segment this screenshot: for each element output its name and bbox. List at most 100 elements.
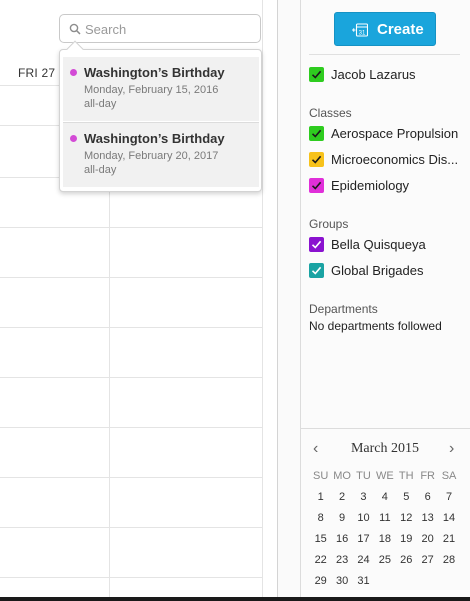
app-window: FRI 27 Washington’s Birthday Monday, Feb — [0, 0, 470, 601]
day-cell[interactable]: 28 — [438, 552, 459, 573]
window-bottom-edge — [0, 597, 470, 601]
grid-line — [0, 227, 262, 228]
empty-departments-text: No departments followed — [309, 319, 442, 333]
grid-line — [0, 527, 262, 528]
checkbox-checked[interactable] — [309, 126, 324, 141]
checkbox-checked[interactable] — [309, 178, 324, 193]
checkbox-checked[interactable] — [309, 237, 324, 252]
day-cell[interactable]: 20 — [417, 531, 438, 552]
day-cell[interactable]: 16 — [331, 531, 352, 552]
calendar-label: Aerospace Propulsion — [331, 126, 459, 141]
day-cell[interactable]: 14 — [438, 510, 459, 531]
chevron-right-icon[interactable]: › — [449, 440, 454, 458]
mini-calendar-divider — [300, 428, 470, 429]
day-cell[interactable]: 17 — [353, 531, 374, 552]
day-cell[interactable]: 12 — [396, 510, 417, 531]
grid-line — [0, 277, 262, 278]
checkmark-icon — [311, 155, 322, 164]
grid-line — [0, 577, 262, 578]
day-cell[interactable]: 19 — [396, 531, 417, 552]
result-date: Monday, February 15, 2016 — [84, 84, 219, 96]
calendar-toggle-group[interactable]: Bella Quisqueya — [309, 237, 459, 253]
day-cell[interactable]: 6 — [417, 489, 438, 510]
result-duration: all-day — [84, 98, 117, 110]
checkbox-checked[interactable] — [309, 263, 324, 278]
grid-column-line — [109, 177, 110, 597]
day-cell[interactable]: 11 — [374, 510, 395, 531]
day-cell[interactable]: 27 — [417, 552, 438, 573]
day-cell[interactable]: 1 — [310, 489, 331, 510]
weekday-label: TH — [398, 470, 414, 482]
day-cell[interactable]: 3 — [353, 489, 374, 510]
day-cell[interactable]: 15 — [310, 531, 331, 552]
weekday-header-row: SU MO TU WE TH FR SA — [310, 468, 460, 489]
search-result-item[interactable]: Washington’s Birthday Monday, February 2… — [63, 123, 259, 187]
day-cell[interactable]: 26 — [396, 552, 417, 573]
checkmark-icon — [311, 129, 322, 138]
calendar-label: Microeconomics Dis... — [331, 152, 459, 167]
day-column-header[interactable]: FRI 27 — [18, 66, 55, 80]
day-cell[interactable]: 4 — [374, 489, 395, 510]
day-cell[interactable]: 13 — [417, 510, 438, 531]
svg-text:31: 31 — [359, 31, 366, 37]
day-cell[interactable]: 23 — [331, 552, 352, 573]
day-cell[interactable]: 18 — [374, 531, 395, 552]
calendar-toggle-class[interactable]: Microeconomics Dis... — [309, 152, 464, 168]
search-box[interactable] — [59, 14, 261, 43]
day-cell[interactable]: 7 — [438, 489, 459, 510]
day-cell[interactable]: 25 — [374, 552, 395, 573]
section-heading-departments: Departments — [309, 302, 378, 316]
calendar-label: Epidemiology — [331, 178, 410, 193]
day-cell[interactable] — [396, 573, 417, 594]
week-row: 22 23 24 25 26 27 28 — [310, 552, 460, 573]
grid-line — [0, 427, 262, 428]
checkbox-checked[interactable] — [309, 67, 324, 82]
create-button[interactable]: 31 Create — [334, 12, 436, 46]
day-cell[interactable] — [417, 573, 438, 594]
weekday-label: SU — [313, 470, 329, 482]
day-cell[interactable]: 10 — [353, 510, 374, 531]
day-cell[interactable]: 30 — [331, 573, 352, 594]
sidebar-divider — [309, 54, 460, 55]
week-row: 29 30 31 — [310, 573, 460, 594]
checkmark-icon — [311, 240, 322, 249]
day-cell[interactable]: 9 — [331, 510, 352, 531]
mini-calendar-grid: SU MO TU WE TH FR SA 1 2 3 4 5 6 7 8 9 1… — [310, 468, 460, 594]
calendar-toggle-personal[interactable]: Jacob Lazarus — [309, 67, 459, 83]
day-cell[interactable]: 5 — [396, 489, 417, 510]
weekday-label: MO — [333, 470, 351, 482]
search-input[interactable] — [85, 19, 255, 39]
result-date: Monday, February 20, 2017 — [84, 150, 219, 162]
week-row: 15 16 17 18 19 20 21 — [310, 531, 460, 552]
week-row: 1 2 3 4 5 6 7 — [310, 489, 460, 510]
section-heading-groups: Groups — [309, 217, 349, 231]
create-button-label: Create — [377, 21, 424, 38]
result-title: Washington’s Birthday — [84, 65, 225, 80]
day-cell[interactable] — [374, 573, 395, 594]
checkmark-icon — [311, 266, 322, 275]
grid-line — [0, 477, 262, 478]
day-cell[interactable]: 29 — [310, 573, 331, 594]
calendar-label: Jacob Lazarus — [331, 67, 416, 82]
grid-line — [0, 377, 262, 378]
checkmark-icon — [311, 181, 322, 190]
checkbox-checked[interactable] — [309, 152, 324, 167]
calendar-toggle-class[interactable]: Epidemiology — [309, 178, 464, 194]
day-cell[interactable]: 31 — [353, 573, 374, 594]
weekday-label: FR — [420, 470, 435, 482]
calendar-toggle-class[interactable]: Aerospace Propulsion — [309, 126, 464, 142]
mini-calendar-title: March 2015 — [350, 441, 420, 456]
weekday-label: SA — [441, 470, 457, 482]
day-cell[interactable]: 22 — [310, 552, 331, 573]
calendar-toggle-group[interactable]: Global Brigades — [309, 263, 459, 279]
weekday-label: TU — [356, 470, 371, 482]
day-cell[interactable]: 8 — [310, 510, 331, 531]
day-cell[interactable]: 2 — [331, 489, 352, 510]
day-cell[interactable]: 24 — [353, 552, 374, 573]
day-cell[interactable] — [438, 573, 459, 594]
weekday-label: WE — [376, 470, 394, 482]
event-color-dot — [70, 69, 77, 76]
search-results-dropdown: Washington’s Birthday Monday, February 1… — [59, 40, 262, 192]
search-result-item[interactable]: Washington’s Birthday Monday, February 1… — [63, 57, 259, 121]
day-cell[interactable]: 21 — [438, 531, 459, 552]
